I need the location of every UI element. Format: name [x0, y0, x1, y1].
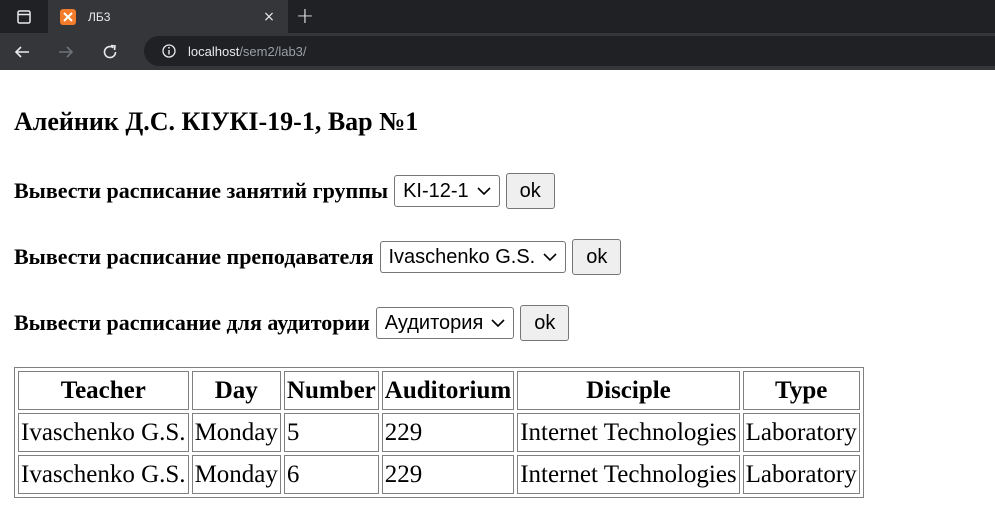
table-cell: 6 [283, 455, 379, 494]
teacher-schedule-label: Вывести расписание преподавателя [14, 244, 374, 269]
back-arrow-icon [14, 45, 29, 58]
column-header: Auditorium [381, 371, 515, 410]
browser-tab-strip: ЛБ3 × + [0, 0, 995, 33]
tab-actions-button[interactable] [0, 0, 48, 33]
close-tab-icon[interactable]: × [260, 8, 278, 26]
teacher-select-value: Ivaschenko G.S. [388, 245, 536, 268]
auditorium-select-value: Аудитория [384, 311, 484, 334]
table-cell: Internet Technologies [517, 413, 740, 452]
table-cell: Internet Technologies [517, 455, 740, 494]
table-cell: 229 [381, 413, 515, 452]
group-select[interactable]: KI-12-1 [394, 175, 500, 207]
reload-button[interactable] [88, 33, 132, 70]
url-path: /sem2/lab3/ [239, 43, 307, 59]
new-tab-button[interactable]: + [288, 0, 322, 33]
xampp-favicon-icon [60, 8, 76, 25]
column-header: Disciple [517, 371, 740, 410]
table-cell: 229 [381, 455, 515, 494]
teacher-schedule-form: Вывести расписание преподавателя Ivasche… [14, 239, 995, 275]
browser-tab[interactable]: ЛБ3 × [48, 0, 288, 33]
chevron-down-icon [543, 252, 557, 262]
table-cell: Monday [191, 413, 281, 452]
page-title: Алейник Д.С. КІУКІ-19-1, Вар №1 [14, 107, 419, 136]
chevron-down-icon [477, 186, 491, 196]
column-header: Teacher [18, 371, 189, 410]
column-header: Number [283, 371, 379, 410]
table-row: Ivaschenko G.S. Monday 5 229 Internet Te… [18, 413, 860, 452]
forward-arrow-icon [59, 45, 74, 58]
table-cell: Ivaschenko G.S. [18, 413, 189, 452]
column-header: Type [742, 371, 860, 410]
column-header: Day [191, 371, 281, 410]
reload-icon [103, 44, 117, 58]
table-cell: Ivaschenko G.S. [18, 455, 189, 494]
auditorium-schedule-form: Вывести расписание для аудитории Аудитор… [14, 305, 995, 341]
url-host: localhost [188, 43, 240, 59]
tab-title: ЛБ3 [88, 9, 111, 24]
auditorium-ok-button[interactable]: ok [520, 305, 570, 341]
chevron-down-icon [491, 318, 505, 328]
auditorium-select[interactable]: Аудитория [375, 307, 515, 339]
table-cell: Laboratory [742, 455, 860, 494]
teacher-select[interactable]: Ivaschenko G.S. [379, 241, 567, 273]
url-text: localhost/sem2/lab3/ [188, 44, 307, 59]
back-button[interactable] [0, 33, 44, 70]
schedule-table: Teacher Day Number Auditorium Disciple T… [14, 367, 864, 498]
site-info-icon[interactable] [162, 44, 176, 58]
table-row: Ivaschenko G.S. Monday 6 229 Internet Te… [18, 455, 860, 494]
address-bar[interactable]: localhost/sem2/lab3/ [144, 36, 995, 66]
group-schedule-label: Вывести расписание занятий группы [14, 178, 389, 203]
tab-actions-icon [17, 9, 31, 24]
teacher-ok-button[interactable]: ok [572, 239, 622, 275]
table-cell: 5 [283, 413, 379, 452]
group-schedule-form: Вывести расписание занятий группы KI-12-… [14, 173, 995, 209]
table-cell: Laboratory [742, 413, 860, 452]
group-ok-button[interactable]: ok [505, 173, 555, 209]
auditorium-schedule-label: Вывести расписание для аудитории [14, 310, 370, 335]
page-content: Алейник Д.С. КІУКІ-19-1, Вар №1 Вывести … [14, 70, 995, 498]
table-header-row: Teacher Day Number Auditorium Disciple T… [18, 371, 860, 410]
forward-button[interactable] [44, 33, 88, 70]
browser-toolbar: localhost/sem2/lab3/ [0, 33, 995, 70]
group-select-value: KI-12-1 [403, 179, 469, 202]
table-cell: Monday [191, 455, 281, 494]
